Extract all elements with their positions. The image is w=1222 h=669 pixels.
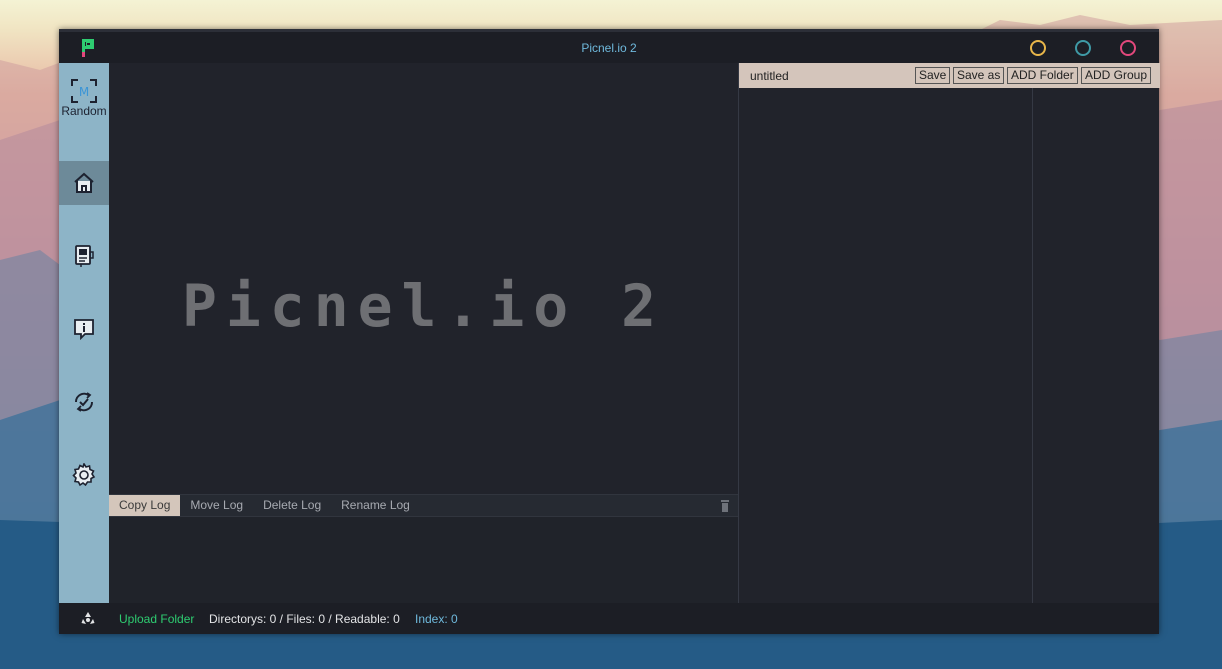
window-title: Picnel.io 2 [581, 41, 637, 55]
random-label: Random [61, 104, 107, 118]
device-icon [75, 245, 94, 267]
sidebar-item-device[interactable] [59, 234, 109, 278]
tab-copy-log[interactable]: Copy Log [109, 495, 181, 516]
main-viewer: Picnel.io 2 [109, 63, 738, 494]
sidebar-item-info[interactable] [59, 307, 109, 351]
trash-icon[interactable] [720, 499, 730, 512]
tab-delete-log[interactable]: Delete Log [253, 495, 331, 516]
log-output[interactable] [109, 516, 738, 603]
svg-text:M: M [79, 85, 89, 99]
index-label: Index: [415, 612, 448, 626]
sidebar-item-home[interactable] [59, 161, 109, 205]
file-tree-panel: untitled Save Save as ADD Folder ADD Gro… [738, 63, 1160, 603]
home-icon [74, 172, 94, 193]
tab-rename-log[interactable]: Rename Log [331, 495, 420, 516]
status-bar: Upload Folder Directorys: 0 / Files: 0 /… [59, 603, 1159, 634]
sidebar-item-settings[interactable] [59, 453, 109, 497]
save-as-button[interactable]: Save as [953, 67, 1005, 84]
info-bubble-icon [74, 319, 94, 340]
title-bar: Picnel.io 2 [59, 29, 1159, 63]
maximize-button[interactable] [1075, 40, 1091, 56]
recycle-icon[interactable] [81, 611, 95, 625]
check-cycle-icon [74, 392, 94, 412]
save-button[interactable]: Save [915, 67, 951, 84]
file-tree-toolbar: untitled Save Save as ADD Folder ADD Gro… [739, 63, 1160, 88]
file-name: untitled [750, 69, 789, 83]
panel-divider[interactable] [1032, 88, 1033, 603]
sidebar-item-check[interactable] [59, 380, 109, 424]
file-counts: Directorys: 0 / Files: 0 / Readable: 0 [209, 612, 400, 626]
add-folder-button[interactable]: ADD Folder [1007, 67, 1078, 84]
upload-folder-link[interactable]: Upload Folder [119, 612, 194, 626]
sidebar: M Random [59, 63, 109, 603]
random-button[interactable]: M Random [59, 79, 109, 121]
close-button[interactable] [1120, 40, 1136, 56]
add-group-button[interactable]: ADD Group [1081, 67, 1152, 84]
minimize-button[interactable] [1030, 40, 1046, 56]
app-window: Picnel.io 2 M Random Picnel.io 2 Copy Lo… [59, 29, 1160, 634]
index-value: 0 [451, 612, 458, 626]
log-tabs: Copy Log Move Log Delete Log Rename Log [109, 494, 738, 516]
splash-title: Picnel.io 2 [181, 272, 666, 340]
gear-icon [72, 463, 96, 487]
random-scan-icon: M [71, 79, 97, 103]
tab-move-log[interactable]: Move Log [180, 495, 253, 516]
index-indicator: Index: 0 [415, 612, 458, 626]
